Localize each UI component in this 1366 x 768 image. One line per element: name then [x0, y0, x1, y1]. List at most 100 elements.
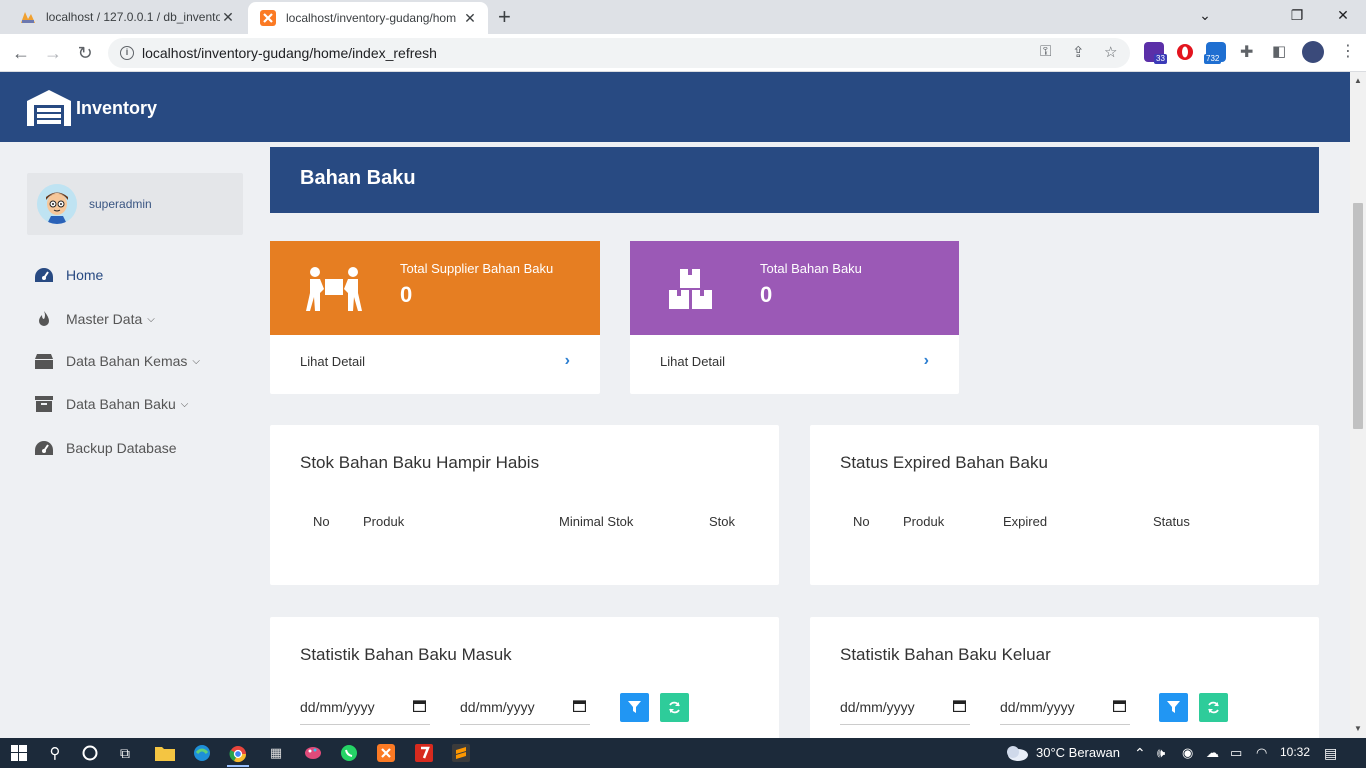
column-header[interactable]: Minimal Stok — [559, 514, 633, 529]
task-view-icon[interactable]: ⧉ — [114, 743, 136, 763]
volume-icon[interactable]: 🕪 — [1157, 745, 1165, 761]
sidebar-item-home[interactable]: Home — [33, 267, 103, 283]
scroll-up-icon[interactable]: ▲ — [1354, 76, 1362, 85]
scrollbar-thumb[interactable] — [1353, 203, 1363, 429]
whatsapp-icon[interactable] — [338, 743, 360, 763]
address-bar[interactable]: i localhost/inventory-gudang/home/index_… — [108, 38, 1130, 68]
sidebar-item-data-bahan-baku[interactable]: Data Bahan Baku ⌵ — [33, 396, 188, 412]
windows-taskbar: ⚲ ⧉ ▦ 30°C Berawan ⌃ 🕪 ◉ ☁ ▭ ◠ 10:32 ▤ — [0, 738, 1366, 768]
page-scrollbar[interactable]: ▲ ▼ — [1350, 72, 1366, 738]
clock-time[interactable]: 10:32 — [1280, 745, 1310, 759]
browser-menu-icon[interactable]: ⋮ — [1340, 41, 1356, 61]
cortana-icon[interactable] — [79, 743, 101, 763]
extension-opera-icon[interactable] — [1175, 42, 1195, 62]
extensions-puzzle-icon[interactable]: ✚ — [1240, 42, 1253, 62]
sidebar-item-data-bahan-kemas[interactable]: Data Bahan Kemas ⌵ — [33, 353, 200, 369]
lihat-detail-link[interactable]: Lihat Detail — [300, 354, 365, 369]
date-value: dd/mm/yyyy — [1000, 699, 1075, 715]
calculator-icon[interactable]: ▦ — [265, 743, 287, 763]
refresh-button[interactable] — [660, 693, 689, 722]
onedrive-icon[interactable]: ☁ — [1206, 745, 1219, 761]
sidebar-item-master-data[interactable]: Master Data ⌵ — [33, 310, 155, 328]
status-expired-panel: Status Expired Bahan Baku No Produk Expi… — [810, 425, 1319, 585]
site-info-icon[interactable]: i — [120, 46, 134, 60]
calendar-icon[interactable] — [573, 699, 586, 712]
chevron-down-icon: ⌵ — [180, 398, 189, 410]
search-icon[interactable]: ⚲ — [44, 743, 66, 763]
sublime-text-icon[interactable] — [450, 743, 472, 763]
reload-button[interactable]: ↻ — [72, 40, 98, 66]
chevron-up-icon[interactable]: ⌃ — [1134, 745, 1146, 762]
weather-text[interactable]: 30°C Berawan — [1036, 745, 1120, 760]
headset-icon[interactable]: ◉ — [1182, 745, 1193, 761]
xampp-icon[interactable] — [375, 743, 397, 763]
bookmark-star-icon[interactable]: ☆ — [1104, 43, 1117, 61]
boxes-icon — [669, 269, 712, 309]
extension-graduation-icon[interactable]: 33 — [1144, 42, 1167, 64]
cloud-weather-icon[interactable] — [1002, 743, 1030, 763]
column-header[interactable]: Produk — [363, 514, 404, 529]
forward-button[interactable]: → — [40, 40, 66, 66]
refresh-button[interactable] — [1199, 693, 1228, 722]
profile-avatar-icon[interactable] — [1302, 41, 1324, 63]
user-card: superadmin — [27, 173, 243, 235]
stat-card-header: Total Bahan Baku 0 — [630, 241, 959, 335]
scroll-down-icon[interactable]: ▼ — [1354, 724, 1362, 733]
close-window-button[interactable]: ✕ — [1320, 0, 1366, 34]
date-to-input[interactable]: dd/mm/yyyy — [460, 691, 590, 725]
restore-window-button[interactable]: ❐ — [1274, 0, 1320, 34]
tab-search-icon[interactable]: ⌄ — [1182, 0, 1228, 34]
calendar-icon[interactable] — [413, 699, 426, 712]
tab-title: localhost/inventory-gudang/hom — [286, 11, 457, 25]
edge-icon[interactable] — [191, 743, 213, 763]
close-tab-icon[interactable]: ✕ — [462, 10, 478, 27]
column-header[interactable]: Expired — [1003, 514, 1047, 529]
date-from-input[interactable]: dd/mm/yyyy — [300, 691, 430, 725]
chrome-icon[interactable] — [227, 743, 249, 767]
brand[interactable]: Inventory — [26, 89, 157, 127]
calendar-icon[interactable] — [953, 699, 966, 712]
statistik-keluar-panel: Statistik Bahan Baku Keluar dd/mm/yyyy d… — [810, 617, 1319, 738]
back-button[interactable]: ← — [8, 40, 34, 66]
stat-card-supplier: Total Supplier Bahan Baku 0 Lihat Detail… — [270, 241, 600, 394]
wifi-icon[interactable]: ◠ — [1256, 745, 1267, 761]
date-to-input[interactable]: dd/mm/yyyy — [1000, 691, 1130, 725]
stat-card-header: Total Supplier Bahan Baku 0 — [270, 241, 600, 335]
browser-tab-bar: localhost / 127.0.0.1 / db_invento ✕ loc… — [0, 0, 1366, 34]
panel-title: Status Expired Bahan Baku — [840, 453, 1048, 472]
chevron-right-icon[interactable]: › — [565, 352, 570, 370]
column-header[interactable]: Stok — [709, 514, 735, 529]
stat-value: 0 — [760, 282, 773, 307]
date-from-input[interactable]: dd/mm/yyyy — [840, 691, 970, 725]
file-explorer-icon[interactable] — [154, 743, 176, 763]
key-icon[interactable]: ⚿ — [1040, 43, 1051, 60]
chevron-right-icon[interactable]: › — [924, 352, 929, 370]
column-header[interactable]: Status — [1153, 514, 1190, 529]
close-tab-icon[interactable]: ✕ — [220, 9, 236, 26]
tab-phpmyadmin[interactable]: localhost / 127.0.0.1 / db_invento ✕ — [8, 0, 246, 34]
page-viewport: Inventory superadmin Home Master Data ⌵ … — [0, 72, 1350, 738]
column-header[interactable]: Produk — [903, 514, 944, 529]
column-header[interactable]: No — [853, 514, 870, 529]
notification-icon[interactable]: ▤ — [1324, 745, 1337, 762]
url-text: localhost/inventory-gudang/home/index_re… — [142, 45, 437, 61]
paint-icon[interactable] — [302, 743, 324, 763]
lihat-detail-link[interactable]: Lihat Detail — [660, 354, 725, 369]
calendar-icon[interactable] — [1113, 699, 1126, 712]
windows-start-icon[interactable] — [8, 743, 30, 763]
extension-briefcase-icon[interactable]: 732 — [1204, 42, 1226, 64]
battery-icon[interactable]: ▭ — [1230, 745, 1242, 761]
share-icon[interactable]: ⇪ — [1072, 43, 1085, 61]
filter-button[interactable] — [620, 693, 649, 722]
sidebar-item-backup-database[interactable]: Backup Database — [33, 440, 177, 456]
chevron-down-icon: ⌵ — [192, 355, 200, 367]
filezilla-icon[interactable] — [413, 743, 435, 763]
stat-card-bahan-baku: Total Bahan Baku 0 Lihat Detail › — [630, 241, 959, 394]
chevron-down-icon: ⌵ — [147, 313, 155, 325]
side-panel-icon[interactable]: ◧ — [1272, 42, 1286, 60]
new-tab-button[interactable]: + — [498, 4, 511, 30]
column-header[interactable]: No — [313, 514, 330, 529]
date-value: dd/mm/yyyy — [840, 699, 915, 715]
tab-inventory[interactable]: localhost/inventory-gudang/hom ✕ — [248, 2, 488, 34]
filter-button[interactable] — [1159, 693, 1188, 722]
